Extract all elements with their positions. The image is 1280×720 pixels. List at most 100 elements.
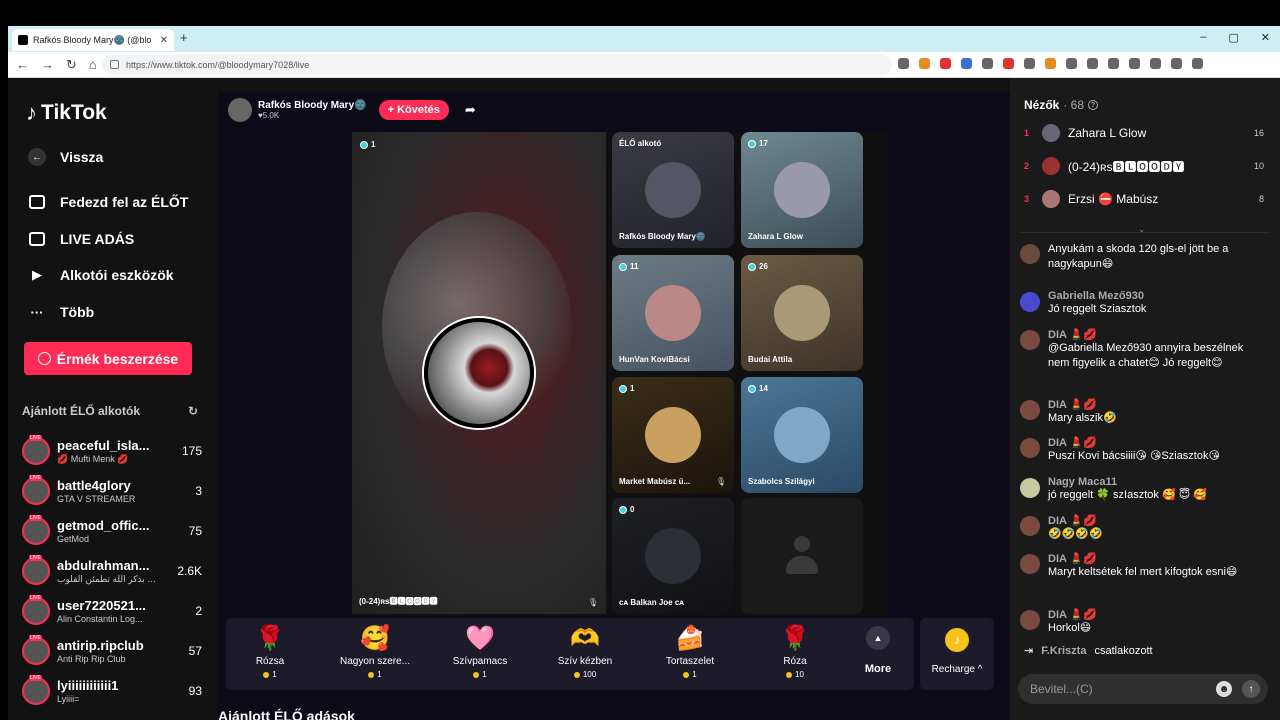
site-info-icon[interactable] <box>110 60 119 69</box>
chat-avatar[interactable] <box>1020 244 1040 264</box>
minimize-button[interactable]: – <box>1200 31 1206 44</box>
wallet-icon[interactable] <box>1150 58 1161 69</box>
chat-username[interactable]: DIA 💄💋 <box>1048 436 1220 449</box>
guest-cell[interactable]: ÉLŐ alkotó Rafkós Bloody Mary🌚 <box>612 132 734 248</box>
gift-item[interactable]: 🍰 Tortaszelet 1 <box>640 624 740 679</box>
creator-item[interactable]: battle4gloryGTA V STREAMER 3 <box>22 474 202 508</box>
chat-username[interactable]: DIA 💄💋 <box>1048 398 1117 411</box>
chat-username[interactable]: DIA 💄💋 <box>1048 552 1237 565</box>
creator-item[interactable]: getmod_offic...GetMod 75 <box>22 514 202 548</box>
guest-avatar <box>645 285 701 341</box>
media-icon[interactable] <box>1108 58 1119 69</box>
sidebar-item-explore-live[interactable]: Fedezd fel az ÉLŐT <box>28 193 188 211</box>
guest-cell[interactable]: 14 Szabolcs Szilágyi <box>741 377 863 493</box>
joined-user[interactable]: F.Kriszta <box>1041 645 1086 657</box>
help-icon[interactable]: ? <box>1088 100 1099 110</box>
chat-text: Mary alszik🤣 <box>1048 412 1117 424</box>
gift-price-value: 100 <box>582 670 597 679</box>
chat-avatar[interactable] <box>1020 554 1040 574</box>
guest-cell[interactable]: 17 Zahara L Glow <box>741 132 863 248</box>
chat-avatar[interactable] <box>1020 478 1040 498</box>
chat-input[interactable]: Bevitel...(C) ☻ ↑ <box>1018 674 1268 704</box>
rewards-icon[interactable] <box>940 58 951 69</box>
sidebar-item-more[interactable]: ··· Több <box>28 303 95 321</box>
gift-item[interactable]: 🌹 Róza 10 <box>745 624 845 679</box>
host-name[interactable]: Rafkós Bloody Mary🌚 <box>258 100 367 111</box>
home-icon[interactable]: ⌂ <box>89 57 97 73</box>
download-icon[interactable] <box>1087 58 1098 69</box>
send-icon[interactable]: ↑ <box>1242 680 1260 698</box>
extension-icon[interactable] <box>1024 58 1035 69</box>
sidebar-toggle-icon[interactable] <box>1129 58 1140 69</box>
guest-cell[interactable]: 11 HunVan KoviBácsi <box>612 255 734 371</box>
gift-item[interactable]: 🌹 Rózsa 1 <box>220 624 320 679</box>
url-field[interactable]: https://www.tiktok.com/@bloodymary7028/l… <box>102 55 892 75</box>
refresh-icon[interactable]: ↻ <box>188 404 198 418</box>
chat-avatar[interactable] <box>1020 610 1040 630</box>
empty-guest-slot[interactable] <box>741 498 863 614</box>
recommended-creators-title: Ajánlott ÉLŐ alkotók <box>22 404 141 418</box>
translate-icon[interactable] <box>898 58 909 69</box>
chat-username[interactable]: Gabriella Mező930 <box>1048 290 1146 302</box>
vpn-icon[interactable] <box>1171 58 1182 69</box>
creator-stream-title: GTA V STREAMER <box>57 494 136 504</box>
new-tab-button[interactable]: + <box>180 30 188 45</box>
host-avatar[interactable] <box>228 98 252 122</box>
chat-avatar[interactable] <box>1020 292 1040 312</box>
gift-item[interactable]: 🫶 Szív kézben 100 <box>535 624 635 679</box>
chat-avatar[interactable] <box>1020 438 1040 458</box>
chat-avatar[interactable] <box>1020 516 1040 536</box>
top-viewer-row[interactable]: 1 Zahara L Glow 16 <box>1024 122 1264 144</box>
main-guest-video[interactable]: 1 (0-24)ʀs🅱🅻🅾🅾🅳🆈 🎙 <box>352 132 606 614</box>
sidebar-item-creator-tools[interactable]: ▶ Alkotói eszközök <box>28 266 174 284</box>
chat-avatar[interactable] <box>1020 400 1040 420</box>
reload-icon[interactable]: ↻ <box>66 57 77 73</box>
get-coins-button[interactable]: Érmék beszerzése <box>24 342 192 375</box>
browser-tab[interactable]: Rafkós Bloody Mary🌚 (@blo ✕ <box>12 29 174 51</box>
browser-tab-bar: Rafkós Bloody Mary🌚 (@blo ✕ + – ▢ ✕ <box>8 26 1280 52</box>
viewer-badge: 14 <box>748 384 768 393</box>
creator-item[interactable]: user7220521...Alin Constantin Log... 2 <box>22 594 202 628</box>
sidebar-item-go-live[interactable]: LIVE ADÁS <box>28 230 134 248</box>
back-arrow-icon[interactable]: ← <box>16 57 29 73</box>
chat-username[interactable]: Nagy Maca11 <box>1048 476 1207 488</box>
viewer-avatar <box>1042 190 1060 208</box>
guest-cell[interactable]: 26 Budai Attila <box>741 255 863 371</box>
guest-cell[interactable]: 1 Market Mabúsz ü... 🎙 <box>612 377 734 493</box>
close-tab-icon[interactable]: ✕ <box>160 35 168 46</box>
extensions-puzzle-icon[interactable] <box>1066 58 1077 69</box>
extension-icon[interactable] <box>982 58 993 69</box>
follow-button[interactable]: + Követés <box>378 100 449 120</box>
extension-icon[interactable] <box>961 58 972 69</box>
maximize-button[interactable]: ▢ <box>1228 31 1238 44</box>
chat-username[interactable]: DIA 💄💋 <box>1048 608 1097 621</box>
creator-item[interactable]: abdulrahman...ألا بذكر الله تطمئن القلوب… <box>22 554 202 588</box>
gift-item[interactable]: 🩷 Szívpamacs 1 <box>430 624 530 679</box>
tiktok-logo[interactable]: ♪ TikTok <box>26 100 107 126</box>
extension-icon[interactable] <box>1045 58 1056 69</box>
viewer-count: 11 <box>630 262 639 271</box>
more-gifts-button[interactable]: ▲ More <box>858 626 898 675</box>
chat-username[interactable]: DIA 💄💋 <box>1048 514 1103 527</box>
emoji-icon[interactable]: ☻ <box>1216 681 1232 697</box>
menu-icon[interactable] <box>1192 58 1203 69</box>
recharge-button[interactable]: ♪ Recharge ^ <box>920 618 994 690</box>
creator-item[interactable]: antirip.ripclubAnti Rip Rip Club 57 <box>22 634 202 668</box>
top-viewer-row[interactable]: 3 Erzsi ⛔ Mabúsz 8 <box>1024 188 1264 210</box>
share-icon[interactable]: ➦ <box>465 102 476 118</box>
extension-icon[interactable] <box>1003 58 1014 69</box>
close-window-button[interactable]: ✕ <box>1261 31 1270 44</box>
gift-item[interactable]: 🥰 Nagyon szere... 1 <box>325 624 425 679</box>
chat-avatar[interactable] <box>1020 330 1040 350</box>
chat-username[interactable]: DIA 💄💋 <box>1048 328 1250 341</box>
top-viewer-row[interactable]: 2 (0-24)ʀs🅱🅻🅾🅾🅳🆈 10 <box>1024 155 1264 177</box>
back-button[interactable]: ← Vissza <box>28 148 103 166</box>
forward-arrow-icon[interactable]: → <box>41 57 54 73</box>
chat-text: jó reggelt 🍀 szIasztok 🥰 😇 🥰 <box>1048 489 1207 501</box>
guest-cell[interactable]: 0 ᴄᴀ Balkan Joe ᴄᴀ <box>612 498 734 614</box>
expand-chevron-icon[interactable]: ⌄ <box>1138 224 1146 235</box>
chat-text: Jó reggelt Sziasztok <box>1048 303 1147 315</box>
brave-shield-icon[interactable] <box>919 58 930 69</box>
creator-item[interactable]: peaceful_isla...💋 Mufti Menk 💋 175 <box>22 434 202 468</box>
creator-item[interactable]: lyiiiiiiiiiiii1Lyiiii= 93 <box>22 674 202 708</box>
